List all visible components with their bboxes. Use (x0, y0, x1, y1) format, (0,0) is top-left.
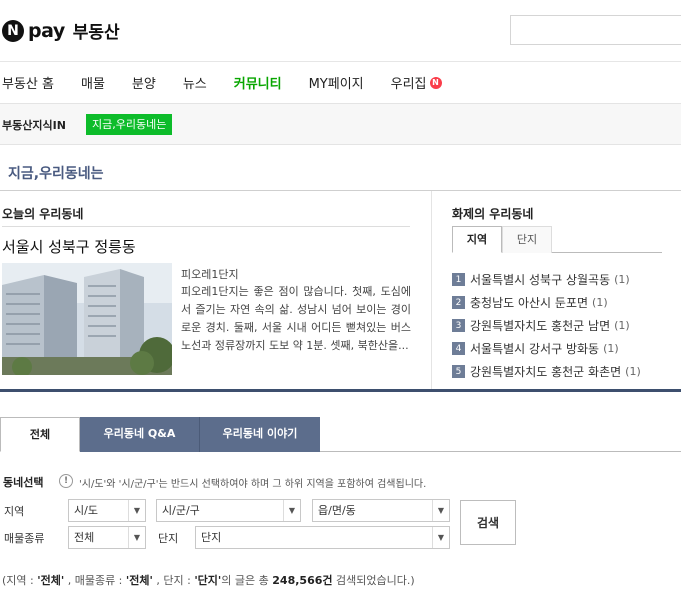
divider (0, 190, 681, 191)
complex-label: 단지 (158, 532, 179, 545)
dong-select[interactable]: 읍/면/동 ▼ (312, 499, 450, 522)
page-title: 지금,우리동네는 (8, 166, 104, 182)
apartment-photo-image (2, 263, 172, 375)
rank-badge: 1 (452, 273, 465, 286)
type-select[interactable]: 전체 ▼ (68, 526, 146, 549)
rank-badge: 5 (452, 365, 465, 378)
complex-name: 피오레1단지 (181, 268, 239, 281)
nav-listings[interactable]: 매물 (81, 73, 105, 92)
nav-news[interactable]: 뉴스 (183, 73, 207, 92)
today-section-title: 오늘의 우리동네 (2, 207, 84, 221)
filter-help-text: '시/도'와 '시/군/구'는 반드시 선택하여야 하며 그 하위 지역을 포함… (79, 479, 427, 490)
apartment-photo[interactable] (2, 263, 172, 375)
n-logo-icon: N (2, 19, 24, 42)
hot-item-label: 서울특별시 성북구 상월곡동 (470, 273, 611, 287)
type-select-value: 전체 (74, 531, 95, 544)
hot-item-label: 충청남도 아산시 둔포면 (470, 296, 589, 310)
logo-service-text: 부동산 (72, 23, 120, 43)
search-input[interactable] (510, 15, 681, 45)
result-mid2: , 단지 : (152, 574, 195, 587)
hot-item-count: (1) (614, 273, 630, 286)
result-complex: '단지' (194, 574, 222, 587)
hot-item-label: 서울특별시 강서구 방화동 (470, 342, 600, 356)
rank-badge: 3 (452, 319, 465, 332)
rank-badge: 4 (452, 342, 465, 355)
sigungu-select[interactable]: 시/군/구 ▼ (156, 499, 301, 522)
nav-community[interactable]: 커뮤니티 (234, 73, 282, 92)
result-summary: (지역 : '전체' , 매물종류 : '전체' , 단지 : '단지'의 글은… (2, 572, 415, 588)
complex-select-value: 단지 (201, 531, 222, 544)
today-place-link[interactable]: 서울시 성북구 정릉동 (2, 236, 136, 257)
list-item[interactable]: 5 강원특별자치도 홍천군 화촌면 (1) (452, 360, 641, 383)
result-mid1: , 매물종류 : (64, 574, 126, 587)
naver-pay-logo[interactable]: N pay 부동산 (2, 18, 120, 43)
result-count: 248,566건 (272, 574, 333, 587)
main-nav: 부동산 홈 매물 분양 뉴스 커뮤니티 MY페이지 우리집 N (0, 62, 681, 104)
sido-select[interactable]: 시/도 ▼ (68, 499, 146, 522)
hot-item-count: (1) (625, 365, 641, 378)
chevron-down-icon: ▼ (128, 500, 145, 521)
rank-badge: 2 (452, 296, 465, 309)
divider (2, 226, 410, 227)
category-tabs: 전체 우리동네 Q&A 우리동네 이야기 (0, 417, 681, 452)
dong-select-value: 읍/면/동 (318, 504, 356, 517)
hot-item-label: 강원특별자치도 홍천군 남면 (470, 319, 611, 333)
list-item[interactable]: 4 서울특별시 강서구 방화동 (1) (452, 337, 641, 360)
result-region: '전체' (37, 574, 65, 587)
type-label: 매물종류 (4, 532, 45, 545)
result-type: '전체' (125, 574, 153, 587)
hot-item-count: (1) (592, 296, 608, 309)
sigungu-select-value: 시/군/구 (162, 504, 200, 517)
region-label: 지역 (4, 505, 25, 518)
chevron-down-icon: ▼ (283, 500, 300, 521)
tab-neighborhood-qa[interactable]: 우리동네 Q&A (80, 417, 200, 452)
new-badge-icon: N (429, 76, 442, 89)
tab-region[interactable]: 지역 (452, 226, 502, 253)
nav-mypage[interactable]: MY페이지 (309, 73, 364, 92)
tab-complex[interactable]: 단지 (502, 226, 552, 253)
filter-title: 동네선택 (3, 476, 44, 489)
subnav-neighborhood-now[interactable]: 지금,우리동네는 (86, 114, 173, 135)
complex-description[interactable]: 피오레1단지는 좋은 점이 많습니다. 첫째, 도심에서 즐기는 자연 속의 삶… (181, 283, 411, 355)
hot-item-count: (1) (603, 342, 619, 355)
result-suffix: 검색되었습니다.) (332, 574, 415, 587)
hot-item-label: 강원특별자치도 홍천군 화촌면 (470, 365, 622, 379)
nav-myhome-label: 우리집 (390, 77, 427, 92)
tab-all[interactable]: 전체 (0, 417, 80, 452)
chevron-down-icon: ▼ (432, 500, 449, 521)
result-mid3: 의 글은 총 (221, 574, 273, 587)
nav-home[interactable]: 부동산 홈 (2, 73, 54, 92)
tab-neighborhood-story[interactable]: 우리동네 이야기 (200, 417, 320, 452)
result-prefix: (지역 : (2, 574, 38, 587)
sub-nav: 부동산지식IN 지금,우리동네는 (0, 104, 681, 145)
sido-select-value: 시/도 (74, 504, 98, 517)
list-item[interactable]: 1 서울특별시 성북구 상월곡동 (1) (452, 268, 641, 291)
section-divider (0, 389, 681, 392)
hot-list: 1 서울특별시 성북구 상월곡동 (1) 2 충청남도 아산시 둔포면 (1) … (452, 268, 641, 383)
complex-select[interactable]: 단지 ▼ (195, 526, 450, 549)
subnav-knowledge-in[interactable]: 부동산지식IN (2, 117, 66, 133)
chevron-down-icon: ▼ (432, 527, 449, 548)
divider (431, 191, 432, 389)
hot-tabs: 지역 단지 (452, 226, 662, 253)
search-button[interactable]: 검색 (460, 500, 516, 545)
list-item[interactable]: 2 충청남도 아산시 둔포면 (1) (452, 291, 641, 314)
nav-myhome[interactable]: 우리집 N (391, 73, 442, 92)
hot-item-count: (1) (614, 319, 630, 332)
list-item[interactable]: 3 강원특별자치도 홍천군 남면 (1) (452, 314, 641, 337)
nav-presale[interactable]: 분양 (132, 73, 156, 92)
header: N pay 부동산 (0, 0, 681, 62)
info-icon: ! (59, 474, 73, 488)
logo-pay-text: pay (28, 19, 65, 42)
hot-section-title: 화제의 우리동네 (452, 207, 534, 221)
chevron-down-icon: ▼ (128, 527, 145, 548)
